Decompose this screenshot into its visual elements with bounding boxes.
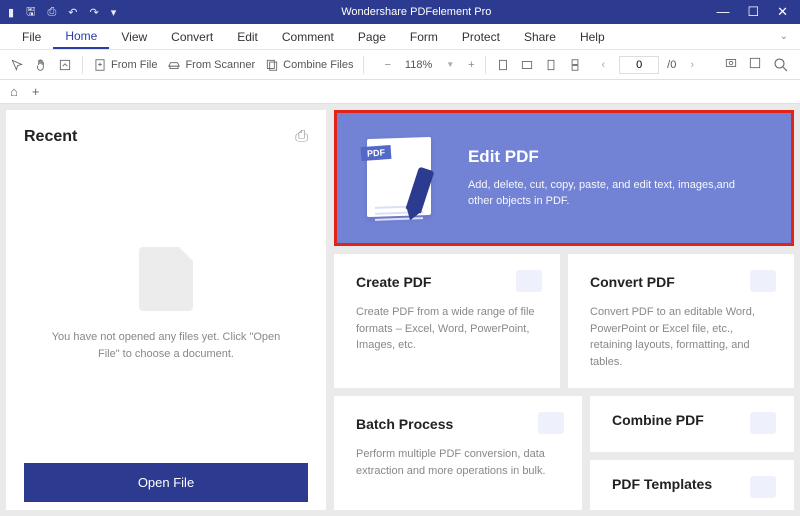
hand-tool-icon[interactable] [34, 58, 48, 72]
edit-tool-icon[interactable] [58, 58, 72, 72]
window-title: Wondershare PDFelement Pro [116, 6, 716, 18]
page-input[interactable] [619, 56, 659, 74]
menu-protect[interactable]: Protect [450, 26, 512, 48]
screenshot-icon[interactable] [724, 56, 738, 74]
batch-process-card[interactable]: Batch Process Perform multiple PDF conve… [334, 396, 582, 510]
minimize-icon[interactable]: — [716, 4, 729, 20]
single-page-icon[interactable] [544, 58, 558, 72]
menu-home[interactable]: Home [53, 25, 109, 49]
batch-process-desc: Perform multiple PDF conversion, data ex… [356, 446, 560, 479]
combine-icon [265, 58, 279, 72]
action-cards: PDF Edit PDF Add, delete, cut, copy, pas… [334, 110, 794, 510]
redo-icon[interactable]: ↷ [89, 6, 98, 19]
convert-pdf-desc: Convert PDF to an editable Word, PowerPo… [590, 304, 772, 370]
maximize-icon[interactable]: ☐ [747, 4, 759, 20]
zoom-dropdown-icon[interactable]: ▼ [446, 60, 454, 69]
separator [485, 56, 486, 74]
open-file-button[interactable]: Open File [24, 463, 308, 502]
edit-pdf-title: Edit PDF [468, 147, 761, 167]
undo-icon[interactable]: ↶ [68, 6, 77, 19]
dropdown-icon[interactable]: ▾ [111, 6, 117, 19]
bookmark-panel-icon[interactable] [748, 56, 762, 74]
recent-options-icon[interactable]: ⎙ [295, 128, 308, 146]
file-plus-icon [93, 58, 107, 72]
menu-edit[interactable]: Edit [225, 26, 270, 48]
search-icon[interactable] [772, 56, 790, 74]
separator [82, 56, 83, 74]
prev-page-button[interactable]: ‹ [595, 59, 611, 71]
recent-panel: Recent ⎙ You have not opened any files y… [6, 110, 326, 510]
pdf-badge: PDF [361, 145, 392, 161]
create-pdf-title: Create PDF [356, 274, 538, 290]
edit-pdf-desc: Add, delete, cut, copy, paste, and edit … [468, 177, 761, 210]
fit-page-icon[interactable] [496, 58, 510, 72]
from-file-label: From File [111, 59, 157, 71]
from-file-button[interactable]: From File [93, 58, 157, 72]
next-page-button[interactable]: › [684, 59, 700, 71]
collapse-ribbon-icon[interactable]: ⌄ [780, 31, 800, 42]
menu-form[interactable]: Form [398, 26, 450, 48]
combine-files-button[interactable]: Combine Files [265, 58, 353, 72]
menu-bar: File Home View Convert Edit Comment Page… [0, 24, 800, 50]
pdf-templates-title: PDF Templates [612, 476, 772, 492]
from-scanner-label: From Scanner [185, 59, 255, 71]
menu-view[interactable]: View [109, 26, 159, 48]
scanner-icon [167, 58, 181, 72]
create-pdf-desc: Create PDF from a wide range of file for… [356, 304, 538, 354]
tab-strip: ⌂ + [0, 80, 800, 104]
pdf-templates-card[interactable]: PDF Templates [590, 460, 794, 510]
edit-pdf-illustration: PDF [367, 138, 438, 218]
empty-doc-icon [139, 247, 193, 311]
convert-pdf-icon [750, 270, 776, 292]
zoom-out-button[interactable]: − [384, 59, 390, 71]
content-area: Recent ⎙ You have not opened any files y… [0, 104, 800, 516]
app-logo-icon[interactable]: ▮ [8, 6, 14, 19]
save-icon[interactable]: 🖫 [26, 3, 35, 22]
page-total: /0 [667, 59, 676, 71]
toolbar: From File From Scanner Combine Files − 1… [0, 50, 800, 80]
from-scanner-button[interactable]: From Scanner [167, 58, 255, 72]
print-icon[interactable]: ⎙ [47, 6, 56, 19]
zoom-value[interactable]: 118% [405, 59, 432, 71]
combine-files-label: Combine Files [283, 59, 353, 71]
pdf-templates-icon [750, 476, 776, 498]
new-tab-button[interactable]: + [32, 84, 40, 99]
menu-convert[interactable]: Convert [159, 26, 225, 48]
combine-pdf-title: Combine PDF [612, 412, 772, 428]
create-pdf-icon [516, 270, 542, 292]
convert-pdf-card[interactable]: Convert PDF Convert PDF to an editable W… [568, 254, 794, 388]
fit-width-icon[interactable] [520, 58, 534, 72]
combine-pdf-card[interactable]: Combine PDF [590, 396, 794, 452]
home-tab-icon[interactable]: ⌂ [10, 84, 18, 99]
select-tool-icon[interactable] [10, 58, 24, 72]
recent-title: Recent [24, 128, 77, 146]
edit-pdf-card[interactable]: PDF Edit PDF Add, delete, cut, copy, pas… [334, 110, 794, 246]
zoom-in-button[interactable]: + [468, 59, 474, 71]
continuous-page-icon[interactable] [568, 58, 582, 72]
separator [363, 56, 364, 74]
menu-page[interactable]: Page [346, 26, 398, 48]
batch-process-title: Batch Process [356, 416, 560, 432]
recent-empty-text: You have not opened any files yet. Click… [44, 329, 288, 362]
convert-pdf-title: Convert PDF [590, 274, 772, 290]
batch-process-icon [538, 412, 564, 434]
combine-pdf-icon [750, 412, 776, 434]
create-pdf-card[interactable]: Create PDF Create PDF from a wide range … [334, 254, 560, 388]
menu-file[interactable]: File [10, 26, 53, 48]
close-icon[interactable]: ✕ [777, 4, 788, 20]
menu-share[interactable]: Share [512, 26, 568, 48]
menu-comment[interactable]: Comment [270, 26, 346, 48]
title-bar: ▮ 🖫 ⎙ ↶ ↷ ▾ Wondershare PDFelement Pro —… [0, 0, 800, 24]
menu-help[interactable]: Help [568, 26, 617, 48]
